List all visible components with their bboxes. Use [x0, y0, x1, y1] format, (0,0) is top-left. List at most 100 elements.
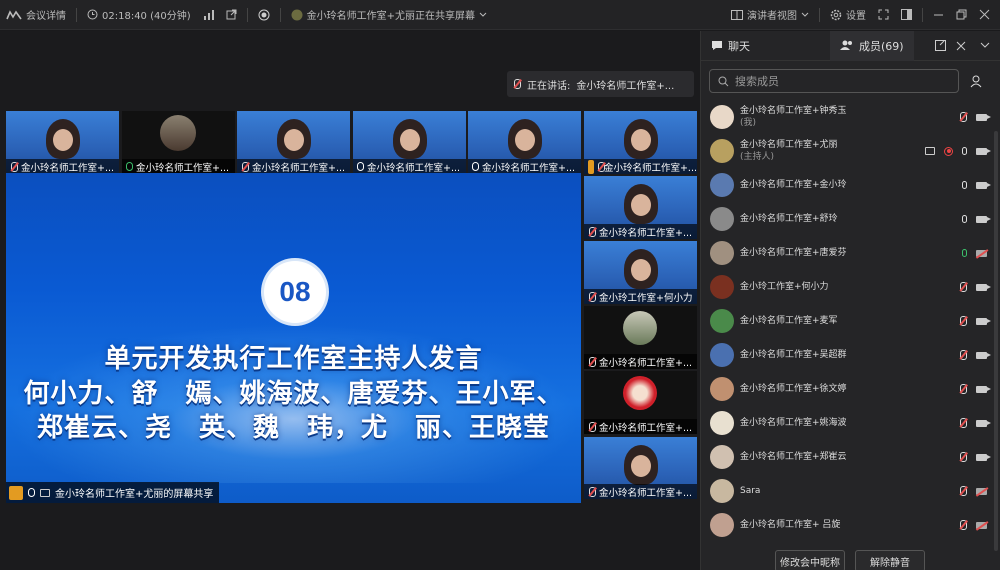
avatar — [710, 139, 734, 163]
member-row[interactable]: Sara — [701, 474, 1000, 508]
member-name: 金小玲名师工作室+ 吕旋 — [740, 520, 841, 530]
tab-members-label: 成员(69) — [859, 39, 904, 53]
share-label: 金小玲名师工作室+尤丽的屏幕共享 — [6, 482, 220, 503]
tile-label: 金小玲名师工作室+... — [136, 162, 230, 174]
member-row[interactable]: 金小玲名师工作室+唐爱芬 — [701, 236, 1000, 270]
mic-muted-icon — [588, 226, 596, 237]
mic-muted-icon — [10, 161, 18, 172]
popout-icon[interactable] — [935, 40, 946, 51]
record-status-button[interactable] — [252, 0, 276, 30]
search-icon — [718, 76, 729, 87]
duration-display: 02:18:40 (40分钟) — [81, 0, 197, 30]
video-tile[interactable]: 金小玲名师工作室+... — [468, 111, 581, 174]
settings-button[interactable]: 设置 — [824, 0, 872, 30]
video-tile[interactable]: 金小玲名师工作室+... — [584, 176, 697, 239]
top-bar: 会议详情 02:18:40 (40分钟) 金小玲名师工作室+尤丽正在共享屏幕 演… — [0, 0, 1000, 30]
tile-label: 金小玲名师工作室+... — [482, 162, 576, 174]
members-scrollbar[interactable] — [994, 131, 998, 551]
minimize-button[interactable] — [927, 0, 950, 30]
video-tile[interactable]: 金小玲名师工作室+... — [584, 371, 697, 434]
participant-video — [623, 445, 658, 485]
participant-video — [276, 119, 311, 159]
camera-icon — [976, 385, 991, 393]
video-tile[interactable]: 金小玲名师工作室+... — [584, 111, 697, 174]
member-row[interactable]: 金小玲名师工作室+金小玲 — [701, 168, 1000, 202]
signal-button[interactable] — [197, 0, 220, 30]
unmute-button[interactable]: 解除静音 — [855, 550, 925, 570]
mic-muted-icon — [588, 421, 596, 432]
view-mode-button[interactable]: 演讲者视图 — [725, 0, 815, 30]
member-name: 金小玲名师工作室+唐爱芬 — [740, 248, 847, 258]
user-avatar-icon — [291, 9, 303, 21]
video-tile[interactable]: 金小玲名师工作室+... — [237, 111, 350, 174]
close-icon — [979, 9, 990, 20]
sidebar-toggle-button[interactable] — [895, 0, 918, 30]
tile-label: 金小玲名师工作室+... — [603, 162, 697, 174]
member-row[interactable]: 金小玲名师工作室+郑崔云 — [701, 440, 1000, 474]
chevron-down-icon — [801, 12, 809, 18]
meeting-info-button[interactable]: 会议详情 — [0, 0, 72, 30]
fullscreen-button[interactable] — [872, 0, 895, 30]
rename-button[interactable]: 修改会中昵称 — [775, 550, 845, 570]
video-tile-selected[interactable]: 金小玲名师工作室+... — [122, 111, 235, 174]
speaking-name: 金小玲名师工作室+... — [576, 80, 675, 92]
invite-member-button[interactable] — [965, 69, 989, 93]
mic-muted-icon — [959, 282, 967, 292]
search-placeholder: 搜索成员 — [735, 75, 779, 88]
member-name: 金小玲名师工作室+姚海波 — [740, 418, 847, 428]
avatar — [710, 105, 734, 129]
slide-names-line-2: 郑崔云、尧 英、魏 玮，尤 丽、王晓莹 — [36, 413, 550, 443]
member-row[interactable]: 金小玲名师工作室+ 吕旋 — [701, 508, 1000, 542]
member-search-input[interactable]: 搜索成员 — [709, 69, 959, 93]
member-row[interactable]: 金小玲名师工作室+舒玲 — [701, 202, 1000, 236]
share-status[interactable]: 金小玲名师工作室+尤丽正在共享屏幕 — [285, 0, 493, 30]
member-row[interactable]: 金小玲名师工作室+麦军 — [701, 304, 1000, 338]
camera-icon — [976, 147, 991, 155]
member-row[interactable]: 金小玲工作室+何小力 — [701, 270, 1000, 304]
tile-label: 金小玲名师工作室+... — [599, 422, 693, 434]
tile-label: 金小玲名师工作室+... — [21, 162, 115, 174]
chat-icon — [711, 40, 723, 51]
video-tile[interactable]: 金小玲名师工作室+... — [584, 306, 697, 369]
mic-active-icon — [962, 249, 967, 257]
member-role: (主持人) — [740, 152, 775, 162]
video-tile[interactable]: 金小玲名师工作室+... — [353, 111, 466, 174]
camera-icon — [976, 215, 991, 223]
member-row[interactable]: 金小玲名师工作室+钟秀玉 (我) — [701, 100, 1000, 134]
duration-text: 02:18:40 (40分钟) — [102, 11, 191, 22]
member-row[interactable]: 金小玲名师工作室+吴超群 — [701, 338, 1000, 372]
slide-title: 单元开发执行工作室主持人发言 — [104, 344, 483, 374]
tab-members[interactable]: 成员(69) — [830, 30, 914, 61]
avatar — [710, 173, 734, 197]
restore-button[interactable] — [950, 0, 973, 30]
tab-chat[interactable]: 聊天 — [701, 31, 760, 61]
video-tile[interactable]: 金小玲名师工作室+... — [6, 111, 119, 174]
view-mode-label: 演讲者视图 — [747, 11, 797, 22]
member-row[interactable]: 金小玲名师工作室+尤丽 (主持人) — [701, 134, 1000, 168]
mic-muted-icon — [959, 316, 967, 326]
add-user-icon — [970, 75, 984, 88]
share-link-button[interactable] — [220, 0, 243, 30]
participant-video — [623, 184, 658, 224]
external-link-icon — [226, 9, 237, 20]
camera-icon — [976, 453, 991, 461]
speaking-label: 正在讲话: — [527, 80, 571, 92]
member-name: 金小玲名师工作室+舒玲 — [740, 214, 838, 224]
tile-label: 金小玲名师工作室+... — [599, 357, 693, 369]
close-icon[interactable] — [956, 41, 966, 51]
mic-icon — [28, 488, 35, 497]
member-name: 金小玲名师工作室+麦军 — [740, 316, 838, 326]
record-dot-icon — [258, 9, 270, 21]
member-row[interactable]: 金小玲名师工作室+姚海波 — [701, 406, 1000, 440]
signal-icon — [203, 9, 214, 20]
close-window-button[interactable] — [973, 0, 1000, 30]
avatar — [710, 343, 734, 367]
mic-icon — [513, 79, 521, 89]
chevron-down-icon[interactable] — [980, 42, 990, 49]
camera-icon — [976, 317, 991, 325]
member-row[interactable]: 金小玲名师工作室+徐文婷 — [701, 372, 1000, 406]
camera-icon — [976, 419, 991, 427]
video-tile[interactable]: 金小玲名师工作室+... — [584, 437, 697, 499]
video-tile[interactable]: 金小玲工作室+何小力 — [584, 241, 697, 304]
share-label-text: 金小玲名师工作室+尤丽的屏幕共享 — [55, 489, 214, 500]
